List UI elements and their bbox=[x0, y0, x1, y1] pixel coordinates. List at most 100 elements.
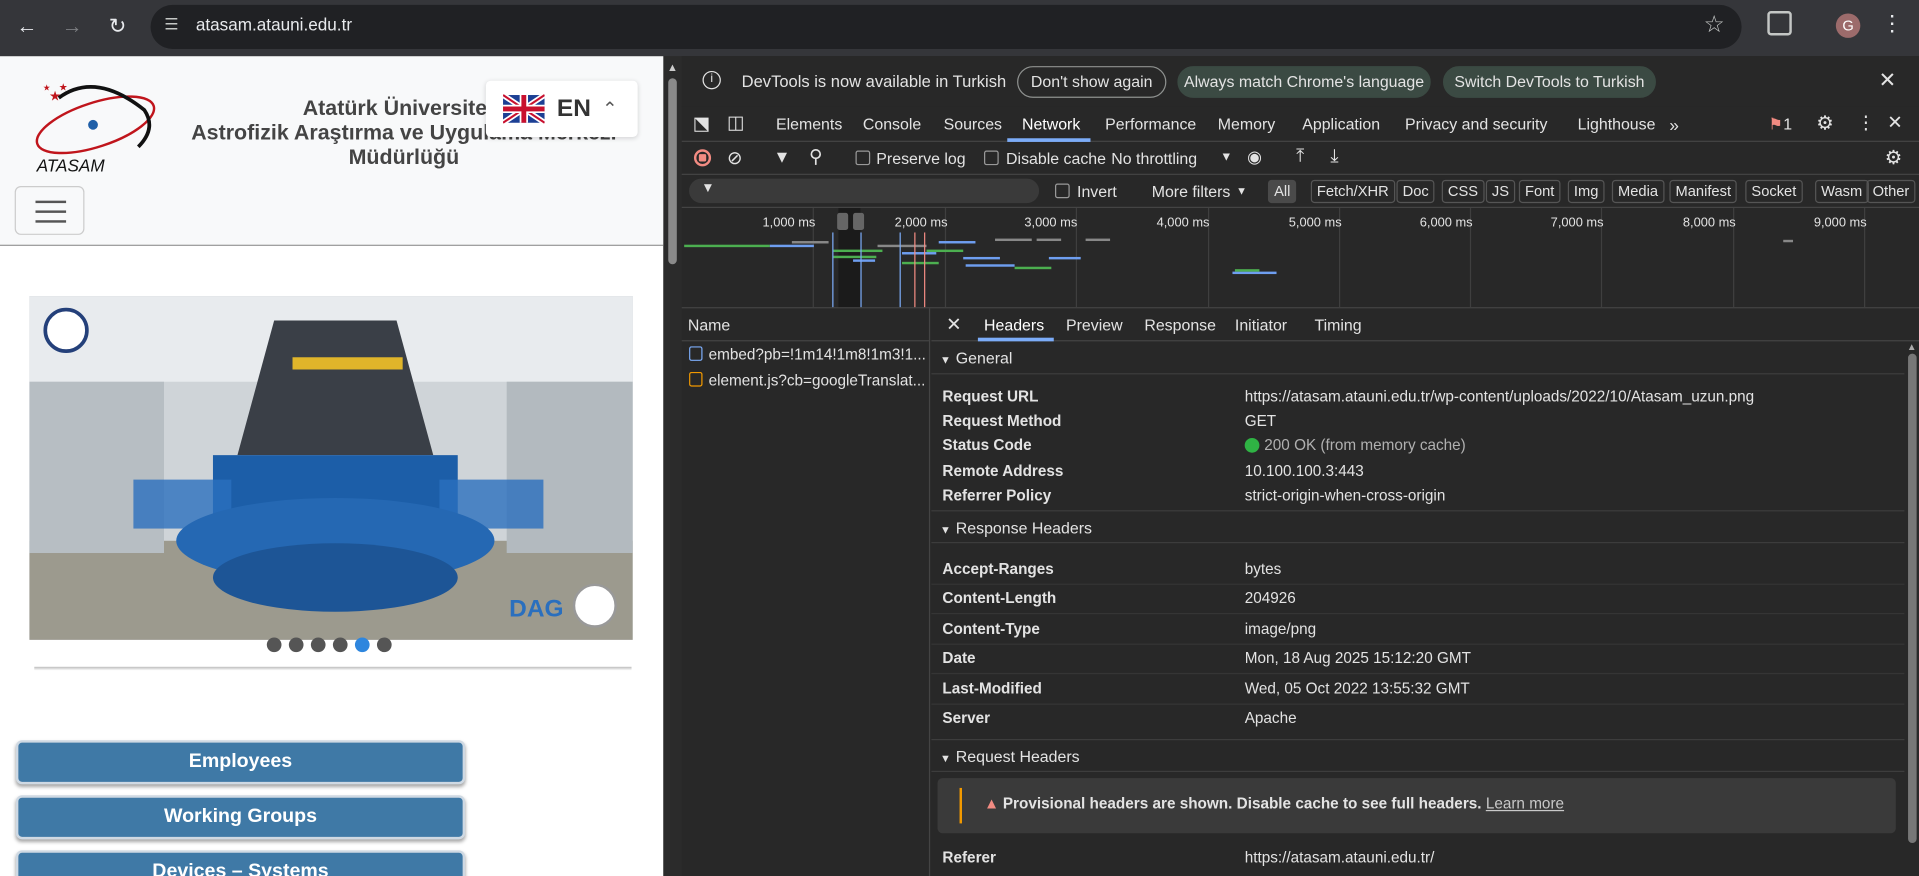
filter-chip-font[interactable]: Font bbox=[1518, 179, 1561, 204]
chevron-down-icon[interactable]: ▼ bbox=[1220, 150, 1232, 163]
export-har-icon[interactable]: ⤓ bbox=[1330, 146, 1338, 167]
close-detail-icon[interactable]: ✕ bbox=[946, 313, 961, 335]
filter-input[interactable] bbox=[689, 178, 1040, 204]
warning-icon: ▲ bbox=[984, 795, 1000, 813]
tab-response[interactable]: Response bbox=[1144, 316, 1216, 334]
tab-elements[interactable]: Elements bbox=[776, 115, 842, 133]
dont-show-again-button[interactable]: Don't show again bbox=[1017, 66, 1167, 98]
name-column-header[interactable]: Name bbox=[681, 308, 931, 342]
address-bar[interactable] bbox=[150, 4, 1742, 49]
filter-chip-all[interactable]: All bbox=[1267, 179, 1297, 204]
more-filters-dropdown[interactable]: More filters bbox=[1152, 182, 1231, 200]
reload-icon[interactable]: ↻ bbox=[100, 10, 134, 44]
language-switcher[interactable]: EN ⌃ bbox=[485, 80, 638, 138]
close-devtools-icon[interactable]: ✕ bbox=[1887, 111, 1902, 134]
header-value: 10.100.100.3:443 bbox=[1244, 462, 1364, 480]
network-overview-timeline[interactable]: 1,000 ms 2,000 ms 3,000 ms 4,000 ms 5,00… bbox=[681, 207, 1919, 309]
tab-privacy-security[interactable]: Privacy and security bbox=[1405, 115, 1547, 133]
working-groups-button[interactable]: Working Groups bbox=[15, 795, 466, 840]
more-tabs-icon[interactable]: » bbox=[1669, 115, 1679, 135]
filter-chip-fetch-xhr[interactable]: Fetch/XHR bbox=[1310, 179, 1395, 204]
learn-more-link[interactable]: Learn more bbox=[1486, 795, 1564, 812]
detail-scrollbar[interactable]: ▲ bbox=[1904, 341, 1919, 876]
tab-sources[interactable]: Sources bbox=[944, 115, 1002, 133]
tab-headers[interactable]: Headers bbox=[984, 316, 1044, 334]
forward-arrow-icon[interactable]: → bbox=[55, 10, 89, 44]
slider-dot[interactable] bbox=[376, 637, 392, 653]
close-icon[interactable]: ✕ bbox=[1879, 69, 1896, 93]
slider-dot[interactable] bbox=[266, 637, 282, 653]
timeline-tick: 3,000 ms bbox=[1024, 215, 1078, 231]
tab-preview[interactable]: Preview bbox=[1066, 316, 1123, 334]
response-headers-section-header[interactable]: ▼ Response Headers bbox=[931, 510, 1905, 544]
filter-chip-wasm[interactable]: Wasm bbox=[1815, 179, 1869, 204]
network-conditions-icon[interactable]: ◉ bbox=[1247, 147, 1262, 168]
request-row[interactable]: embed?pb=!1m14!1m8!1m3!1... bbox=[689, 346, 928, 363]
tab-performance[interactable]: Performance bbox=[1105, 115, 1196, 133]
switch-language-button[interactable]: Switch DevTools to Turkish bbox=[1442, 66, 1656, 98]
tab-lighthouse[interactable]: Lighthouse bbox=[1578, 115, 1656, 133]
match-language-button[interactable]: Always match Chrome's language bbox=[1177, 66, 1431, 98]
employees-button[interactable]: Employees bbox=[15, 740, 466, 785]
scroll-up-icon[interactable]: ▲ bbox=[1907, 341, 1917, 352]
settings-gear-icon[interactable]: ⚙ bbox=[1816, 111, 1834, 135]
slider-dot[interactable] bbox=[310, 637, 326, 653]
page-scrollbar-thumb[interactable] bbox=[668, 78, 677, 265]
bookmark-star-icon[interactable]: ☆ bbox=[1704, 11, 1725, 39]
slider-dot[interactable] bbox=[288, 637, 304, 653]
general-section-header[interactable]: ▼ General bbox=[931, 341, 1905, 375]
tab-console[interactable]: Console bbox=[863, 115, 921, 133]
preserve-log-checkbox[interactable] bbox=[855, 150, 871, 166]
throttling-select[interactable]: No throttling bbox=[1111, 149, 1197, 167]
extensions-icon[interactable] bbox=[1767, 11, 1792, 36]
browser-menu-icon[interactable]: ⋮ bbox=[1881, 11, 1903, 37]
filter-chip-img[interactable]: Img bbox=[1567, 179, 1605, 204]
issues-flag-icon[interactable]: ⚑ bbox=[1769, 115, 1783, 135]
header-key: Request Method bbox=[942, 412, 1062, 430]
scroll-up-icon[interactable]: ▲ bbox=[667, 61, 678, 73]
tab-network[interactable]: Network bbox=[1022, 115, 1080, 133]
profile-avatar[interactable]: G bbox=[1835, 13, 1861, 38]
slider-dot-active[interactable] bbox=[354, 637, 370, 653]
filter-chip-other[interactable]: Other bbox=[1866, 179, 1916, 204]
atasam-logo[interactable]: ★ ★ ★ ATASAM bbox=[22, 73, 159, 174]
site-title-line-3: Müdürlüğü bbox=[348, 144, 460, 169]
filter-chip-media[interactable]: Media bbox=[1611, 179, 1665, 204]
import-har-icon[interactable]: ⤒ bbox=[1296, 146, 1304, 167]
inspect-element-icon[interactable]: ⬔ bbox=[693, 113, 710, 135]
site-info-icon[interactable]: ☰ bbox=[160, 13, 182, 35]
request-headers-section-header[interactable]: ▼ Request Headers bbox=[931, 738, 1905, 773]
back-arrow-icon[interactable]: ← bbox=[10, 10, 44, 44]
tab-memory[interactable]: Memory bbox=[1218, 115, 1275, 133]
tab-application[interactable]: Application bbox=[1302, 115, 1380, 133]
page-scrollbar[interactable]: ▲ bbox=[663, 56, 682, 876]
tab-initiator[interactable]: Initiator bbox=[1235, 316, 1287, 334]
invert-checkbox[interactable] bbox=[1055, 183, 1070, 199]
slider-dot[interactable] bbox=[332, 637, 348, 653]
clear-icon[interactable]: ⊘ bbox=[727, 147, 742, 169]
timeline-handle-right[interactable] bbox=[853, 212, 865, 231]
device-toolbar-icon[interactable]: ◫ bbox=[727, 111, 744, 134]
issues-count[interactable]: 1 bbox=[1783, 115, 1792, 133]
request-row[interactable]: element.js?cb=googleTranslat... bbox=[689, 371, 928, 389]
network-settings-icon[interactable]: ⚙ bbox=[1885, 146, 1903, 170]
filter-chip-js[interactable]: JS bbox=[1485, 179, 1516, 204]
timeline-handle-left[interactable] bbox=[837, 212, 849, 231]
record-stop-icon[interactable] bbox=[693, 149, 712, 167]
hero-slider-image[interactable]: DAG bbox=[29, 296, 633, 640]
search-icon[interactable]: ⚲ bbox=[809, 146, 822, 168]
filter-chip-css[interactable]: CSS bbox=[1441, 179, 1485, 204]
tab-timing[interactable]: Timing bbox=[1314, 316, 1361, 334]
hamburger-menu-button[interactable] bbox=[14, 185, 85, 235]
filter-chip-doc[interactable]: Doc bbox=[1396, 179, 1435, 204]
detail-scrollbar-thumb[interactable] bbox=[1908, 353, 1917, 843]
devtools-menu-icon[interactable]: ⋮ bbox=[1857, 111, 1875, 134]
header-value: bytes bbox=[1244, 560, 1282, 578]
devices-systems-button[interactable]: Devices – Systems bbox=[15, 850, 466, 876]
filter-chip-manifest[interactable]: Manifest bbox=[1669, 179, 1738, 204]
url-text[interactable]: atasam.atauni.edu.tr bbox=[196, 15, 352, 35]
disable-cache-checkbox[interactable] bbox=[984, 150, 999, 166]
filter-chip-socket[interactable]: Socket bbox=[1745, 179, 1803, 204]
filter-funnel-icon[interactable]: ▼ bbox=[774, 147, 791, 167]
timeline-tick: 1,000 ms bbox=[762, 215, 816, 231]
